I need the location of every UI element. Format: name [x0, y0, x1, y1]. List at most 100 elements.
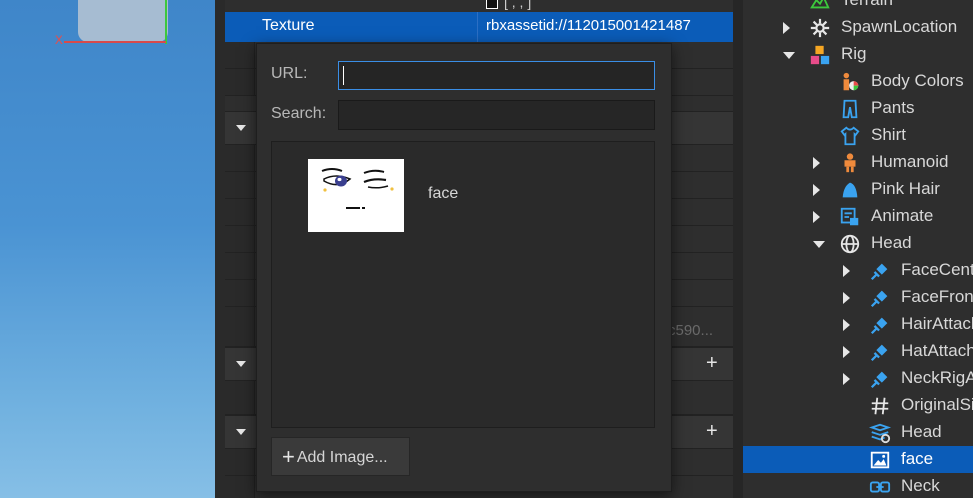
tree-item-label: HatAttachment: [901, 341, 973, 360]
x-axis-label: X: [55, 33, 63, 48]
tree-item[interactable]: Pants: [743, 95, 973, 122]
property-row-texture[interactable]: Texture rbxassetid://112015001421487: [225, 12, 735, 42]
expand-arrow-icon[interactable]: [843, 346, 850, 358]
add-attribute-icon[interactable]: +: [706, 352, 718, 375]
property-value-texture[interactable]: rbxassetid://112015001421487: [486, 17, 691, 34]
tree-item[interactable]: HairAttachment: [743, 311, 973, 338]
search-label: Search:: [271, 105, 327, 122]
plus-icon: +: [282, 443, 295, 469]
expand-arrow-icon[interactable]: [783, 22, 790, 34]
script-icon: [839, 206, 861, 228]
image-item-label: face: [428, 185, 459, 202]
row-gutter: [225, 307, 255, 346]
property-value-partial[interactable]: [ , , ]: [486, 0, 531, 10]
tree-item[interactable]: Shirt: [743, 122, 973, 149]
collapse-caret-icon[interactable]: [236, 361, 246, 367]
row-gutter: [225, 145, 255, 171]
attachment-icon: [869, 287, 891, 309]
tree-item-label: Shirt: [871, 125, 906, 144]
hair-accessory-icon: [839, 179, 861, 201]
tree-item[interactable]: Head: [743, 230, 973, 257]
tree-item-label: FaceCenterAttachment: [901, 260, 973, 279]
row-gutter: [225, 280, 255, 306]
terrain-icon: [809, 0, 831, 12]
collapse-arrow-icon[interactable]: [813, 241, 825, 248]
attachment-icon: [869, 260, 891, 282]
properties-scrollbar[interactable]: [733, 0, 743, 498]
attachment-icon: [869, 341, 891, 363]
row-gutter: [225, 226, 255, 252]
tree-item-label: HairAttachment: [901, 314, 973, 333]
explorer-panel: Terrain SpawnLocation Rig Body Colors Pants S…: [743, 0, 973, 498]
viewport-divider: [215, 0, 225, 498]
url-label: URL:: [271, 65, 308, 82]
row-gutter: [225, 172, 255, 198]
attachment-icon: [869, 368, 891, 390]
tree-item[interactable]: Body Colors: [743, 68, 973, 95]
mesh-part-icon: [839, 233, 861, 255]
row-gutter: [225, 449, 255, 475]
expand-arrow-icon[interactable]: [813, 211, 820, 223]
tree-item-label: Pants: [871, 98, 915, 117]
expand-arrow-icon[interactable]: [843, 319, 850, 331]
color-swatch: [486, 0, 498, 10]
tree-item[interactable]: Humanoid: [743, 149, 973, 176]
tree-item[interactable]: FaceFrontAttachment: [743, 284, 973, 311]
humanoid-icon: [839, 152, 861, 174]
expand-arrow-icon[interactable]: [843, 373, 850, 385]
add-attribute-icon[interactable]: +: [706, 420, 718, 443]
property-name-texture: Texture: [262, 17, 315, 34]
tree-item[interactable]: Head: [743, 419, 973, 446]
hash-value-icon: [869, 395, 891, 417]
body-colors-icon: [839, 71, 861, 93]
3d-viewport[interactable]: X: [0, 0, 215, 498]
expand-arrow-icon[interactable]: [843, 265, 850, 277]
expand-arrow-icon[interactable]: [843, 292, 850, 304]
decal-icon: [869, 449, 891, 471]
tree-item[interactable]: OriginalSize: [743, 392, 973, 419]
face-thumbnail[interactable]: [308, 159, 404, 232]
tree-item[interactable]: Terrain: [743, 0, 973, 14]
tree-item-label: Head: [871, 233, 912, 252]
tree-item[interactable]: Animate: [743, 203, 973, 230]
collapse-arrow-icon[interactable]: [783, 52, 795, 59]
tree-item-label: OriginalSize: [901, 395, 973, 414]
text-caret: [343, 66, 344, 85]
tree-item-label: Pink Hair: [871, 179, 940, 198]
tree-item[interactable]: face: [743, 446, 973, 473]
viewport-part[interactable]: [78, 0, 168, 42]
property-value-obscured: c590...: [668, 322, 714, 339]
expand-arrow-icon[interactable]: [813, 184, 820, 196]
tree-item[interactable]: FaceCenterAttachment: [743, 257, 973, 284]
face-drawing-icon: [321, 168, 394, 209]
tree-item[interactable]: Pink Hair: [743, 176, 973, 203]
shirt-icon: [839, 125, 861, 147]
spawn-gear-icon: [809, 17, 831, 39]
tree-item[interactable]: Neck: [743, 473, 973, 498]
url-input[interactable]: [338, 61, 655, 90]
tree-item-label: Body Colors: [871, 71, 964, 90]
tree-item-label: FaceFrontAttachment: [901, 287, 973, 306]
tree-item-label: Head: [901, 422, 942, 441]
tree-item-label: face: [901, 449, 934, 468]
expand-arrow-icon[interactable]: [813, 157, 820, 169]
rig-model-icon: [809, 44, 831, 66]
tree-item-label: SpawnLocation: [841, 17, 958, 36]
search-input[interactable]: [338, 100, 655, 130]
attachment-icon: [869, 314, 891, 336]
tree-item-label: Terrain: [841, 0, 893, 10]
tree-item[interactable]: Rig: [743, 41, 973, 68]
row-gutter: [225, 381, 255, 414]
tree-item[interactable]: NeckRigAttachment: [743, 365, 973, 392]
tree-item-label: NeckRigAttachment: [901, 368, 973, 387]
row-gutter: [225, 253, 255, 279]
collapse-caret-icon[interactable]: [236, 125, 246, 131]
row-gutter: [225, 69, 255, 95]
row-gutter: [225, 476, 255, 498]
tree-item[interactable]: SpawnLocation: [743, 14, 973, 41]
collapse-caret-icon[interactable]: [236, 429, 246, 435]
tree-item-label: Humanoid: [871, 152, 949, 171]
image-item-face[interactable]: face: [308, 159, 508, 233]
tree-item[interactable]: HatAttachment: [743, 338, 973, 365]
add-image-button[interactable]: + Add Image...: [271, 437, 410, 476]
